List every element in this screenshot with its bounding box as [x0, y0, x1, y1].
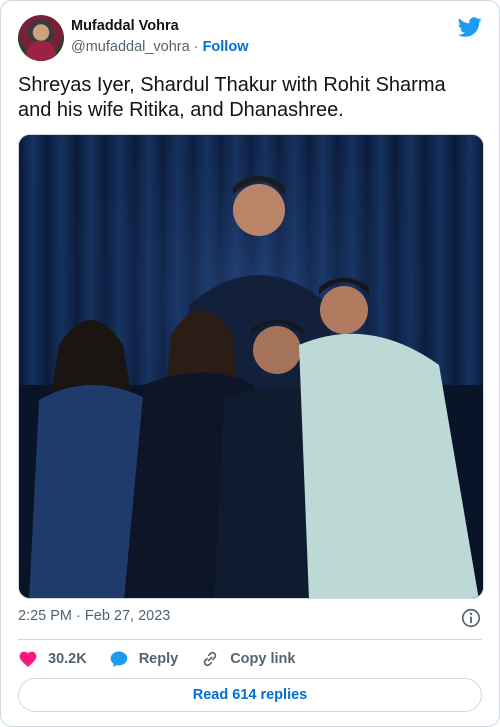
- tweet-actions: 30.2K Reply Copy link: [18, 647, 317, 671]
- link-icon: [203, 651, 217, 667]
- reply-bubble-icon: [110, 651, 128, 667]
- tweet-header: Mufaddal Vohra @mufaddal_vohra · Follow: [18, 15, 482, 61]
- info-icon[interactable]: [460, 607, 482, 629]
- reply-label: Reply: [138, 651, 179, 667]
- read-replies-button[interactable]: Read 614 replies: [18, 678, 482, 712]
- author-handle[interactable]: @mufaddal_vohra: [71, 39, 190, 55]
- reply-button[interactable]: Reply: [109, 649, 179, 669]
- author-name[interactable]: Mufaddal Vohra: [71, 18, 179, 34]
- tweet-time: 2:25 PM: [18, 608, 72, 624]
- copy-link-button[interactable]: Copy link: [200, 649, 295, 669]
- tweet-timestamp[interactable]: 2:25 PM · Feb 27, 2023: [18, 608, 170, 624]
- handle-separator: ·: [193, 39, 199, 55]
- author-avatar[interactable]: [18, 15, 64, 61]
- group-photo-illustration: [19, 135, 483, 598]
- tweet-photo[interactable]: [18, 134, 484, 599]
- tweet-embed-card: Mufaddal Vohra @mufaddal_vohra · Follow Sh…: [0, 0, 500, 727]
- copy-link-label: Copy link: [230, 651, 296, 667]
- tweet-text: Shreyas Iyer, Shardul Thakur with Rohit …: [18, 74, 446, 121]
- author-handle-row: @mufaddal_vohra · Follow: [71, 39, 248, 55]
- twitter-bird-icon[interactable]: [458, 15, 482, 39]
- follow-link[interactable]: Follow: [203, 39, 249, 55]
- divider: [18, 639, 482, 640]
- like-count: 30.2K: [48, 651, 87, 667]
- timestamp-separator: ·: [76, 608, 81, 624]
- like-button[interactable]: 30.2K: [18, 649, 87, 669]
- tweet-date: Feb 27, 2023: [84, 608, 171, 624]
- heart-icon: [19, 651, 37, 667]
